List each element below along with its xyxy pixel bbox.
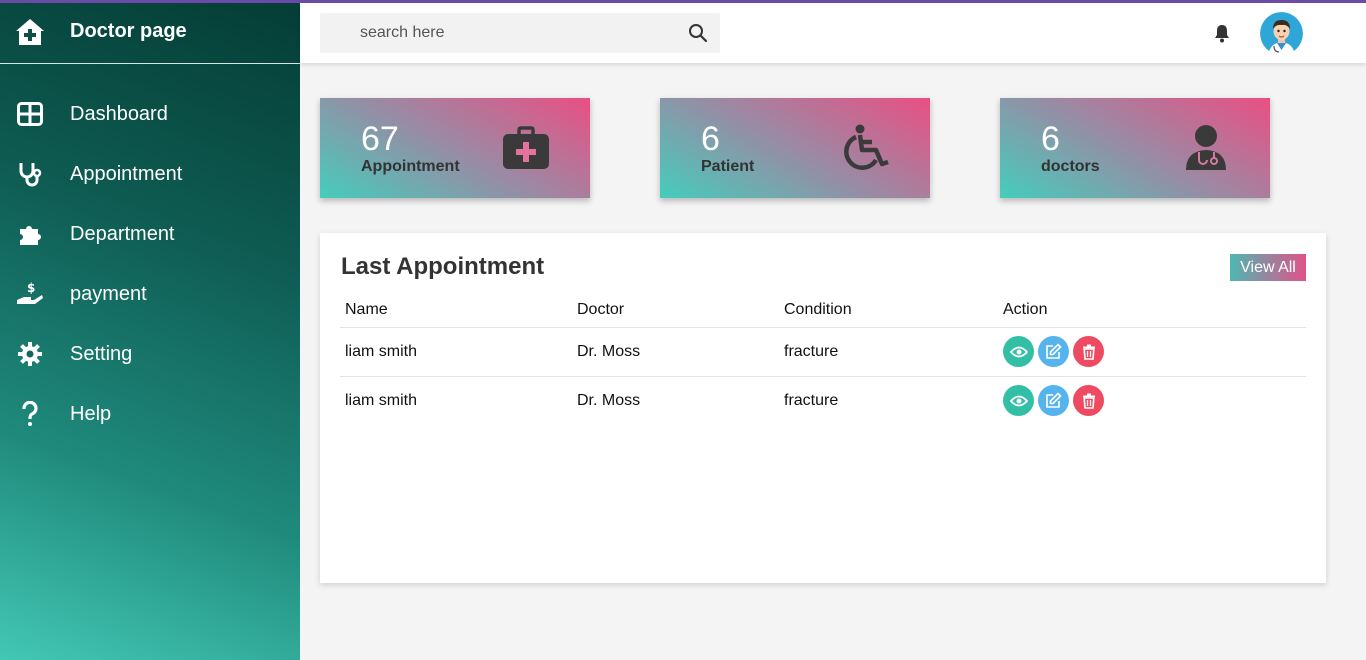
svg-text:$: $	[27, 281, 35, 295]
cell-condition: fracture	[779, 327, 998, 377]
question-icon	[15, 399, 45, 429]
brand[interactable]: Doctor page	[0, 0, 300, 64]
edit-button[interactable]	[1038, 385, 1069, 417]
stat-card-patient[interactable]: 6 Patient	[660, 98, 930, 198]
sidebar-item-label: Dashboard	[70, 102, 168, 125]
column-header-condition: Condition	[779, 293, 998, 328]
delete-button[interactable]	[1073, 385, 1104, 417]
column-header-name: Name	[340, 293, 572, 328]
gear-icon	[15, 339, 45, 369]
cell-doctor: Dr. Moss	[572, 327, 779, 377]
cell-name: liam smith	[345, 391, 418, 409]
search-icon[interactable]	[688, 23, 708, 43]
sidebar-item-dashboard[interactable]: Dashboard	[0, 84, 300, 144]
medical-kit-icon	[502, 124, 550, 172]
trash-icon	[1082, 393, 1095, 409]
wheelchair-icon	[842, 124, 890, 172]
hand-dollar-icon: $	[15, 279, 45, 309]
sidebar-item-appointment[interactable]: Appointment	[0, 144, 300, 204]
stat-label: Appointment	[361, 158, 460, 175]
stat-label: Patient	[701, 158, 755, 175]
topbar	[300, 3, 1366, 63]
search-box	[320, 13, 720, 53]
sidebar-item-label: Appointment	[70, 162, 183, 185]
stat-value: 6	[701, 120, 720, 158]
column-header-doctor: Doctor	[572, 293, 779, 328]
sidebar-nav: Dashboard Appointment Department $ payme…	[0, 84, 300, 444]
stethoscope-icon	[15, 159, 45, 189]
last-appointment-panel: Last Appointment View All Name Doctor Co…	[320, 233, 1326, 583]
edit-icon	[1046, 392, 1062, 409]
search-input[interactable]	[320, 13, 720, 53]
sidebar-item-setting[interactable]: Setting	[0, 324, 300, 384]
sidebar-item-department[interactable]: Department	[0, 204, 300, 264]
edit-icon	[1046, 343, 1062, 359]
appointments-table: Name Doctor Condition Action liam smith …	[340, 293, 1306, 425]
sidebar-item-label: Department	[70, 222, 175, 245]
top-accent-line	[0, 0, 1366, 3]
view-button[interactable]	[1003, 336, 1034, 367]
view-all-button[interactable]: View All	[1230, 254, 1306, 281]
cell-actions	[998, 327, 1306, 377]
stat-value: 6	[1041, 120, 1060, 158]
sidebar-item-label: payment	[70, 282, 147, 305]
puzzle-icon	[15, 219, 45, 249]
table-row: liam smith Dr. Moss fracture	[340, 327, 1306, 377]
avatar[interactable]	[1260, 12, 1303, 55]
sidebar: Doctor page Dashboard Appointment Depart…	[0, 0, 300, 660]
brand-title: Doctor page	[70, 20, 187, 42]
cell-actions	[998, 376, 1306, 425]
stat-label: doctors	[1041, 158, 1100, 175]
cell-name: liam smith	[340, 327, 572, 377]
eye-icon	[1009, 346, 1028, 357]
table-row: liam smith Dr. Moss fracture	[340, 376, 1306, 425]
panel-title: Last Appointment	[341, 253, 545, 280]
hospital-home-icon	[15, 17, 45, 47]
delete-button[interactable]	[1073, 336, 1104, 367]
sidebar-item-help[interactable]: Help	[0, 384, 300, 444]
sidebar-item-label: Setting	[70, 342, 133, 365]
column-header-action: Action	[998, 293, 1306, 328]
trash-icon	[1082, 344, 1095, 360]
table-header-row: Name Doctor Condition Action	[340, 293, 1306, 328]
edit-button[interactable]	[1038, 336, 1069, 367]
bell-icon[interactable]	[1213, 23, 1231, 43]
cell-doctor: Dr. Moss	[577, 391, 641, 409]
stat-card-doctors[interactable]: 6 doctors	[1000, 98, 1270, 198]
sidebar-item-label: Help	[70, 402, 112, 425]
view-button[interactable]	[1003, 385, 1034, 417]
stat-value: 67	[361, 120, 399, 158]
grid-icon	[15, 99, 45, 129]
cell-condition: fracture	[784, 391, 839, 409]
doctor-icon	[1182, 124, 1230, 172]
eye-icon	[1009, 395, 1028, 407]
stat-card-appointment[interactable]: 67 Appointment	[320, 98, 590, 198]
sidebar-item-payment[interactable]: $ payment	[0, 264, 300, 324]
